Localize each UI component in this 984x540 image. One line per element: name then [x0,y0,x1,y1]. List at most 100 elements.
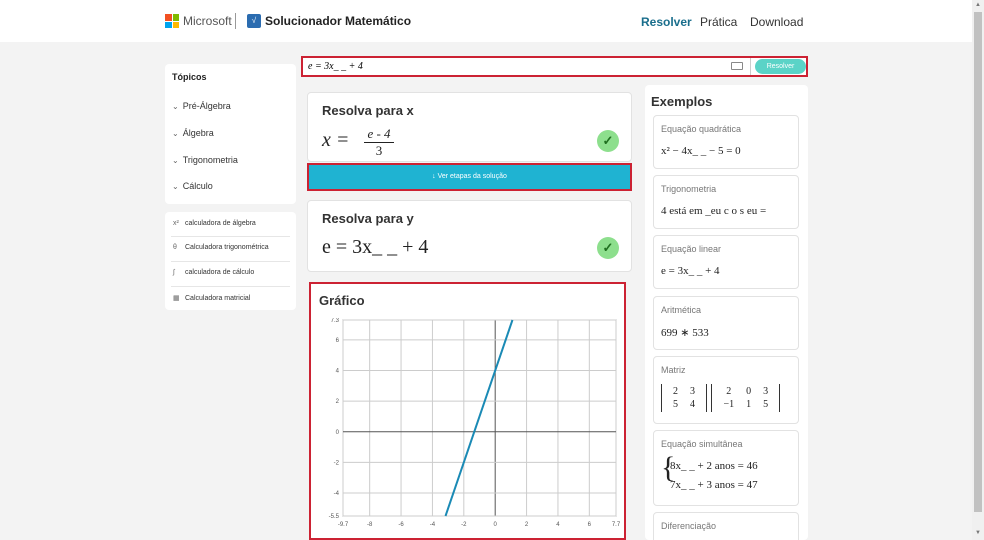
calculator-label: calculadora de álgebra [185,220,256,227]
divider [171,261,290,262]
topic-label: Trigonometria [182,155,238,165]
example-label: Equação simultânea [661,439,743,449]
view-steps-button[interactable]: ↓ Ver etapas da solução [307,163,632,191]
graph-plot[interactable]: -9.7 -8 -6 -4 -2 0 2 4 6 7.7 7.3 6 4 2 0 -2 -4 -5.5 [311,318,624,536]
equation-line: 8x_ _ + 2 anos = 46 [670,460,758,472]
examples-title: Exemplos [651,94,713,109]
matrix-icon: ▦ [173,295,180,302]
scroll-down-icon[interactable]: ▼ [974,530,982,536]
x-tick-label: 0 [494,522,498,528]
brand-name[interactable]: Microsoft [183,14,232,28]
calculator-label: calculadora de cálculo [185,269,255,276]
matrix-left: 2 3 5 4 [661,384,707,412]
example-label: Trigonometria [661,184,717,194]
matrix-expression: 23 54 203 −1 1 5 [661,384,781,412]
graph-card: Gráfico -9.7 -8 -6 -4 -2 0 2 4 6 7.7 7.3 6 4 2 0 -2 -4 -5… [309,282,626,540]
topics-title: Tópicos [172,72,207,82]
chevron-down-icon: ⌄ [172,156,179,165]
solve-y-card: Resolva para y e = 3x_ _ + 4 ✓ [307,200,632,272]
example-label: Equação linear [661,244,722,254]
app-title[interactable]: Solucionador Matemático [265,14,411,28]
nav-download[interactable]: Download [750,15,803,29]
nav-pratica[interactable]: Prática [700,15,737,29]
example-expression: e = 3x_ _ + 4 [661,265,720,277]
topic-label: Pré-Álgebra [182,101,231,111]
check-icon: ✓ [597,130,619,152]
y-tick-label: -4 [334,491,340,497]
search-divider [750,58,751,75]
matrix-cell: 3 [690,386,695,397]
equation-input[interactable] [308,61,708,72]
matrix-cell: 0 [746,386,752,397]
x-tick-label: -4 [430,522,436,528]
topic-trigonometria[interactable]: ⌄ Trigonometria [172,155,238,165]
topic-algebra[interactable]: ⌄ Álgebra [172,128,214,138]
matrix-right: 2 03 −1 1 5 [711,384,781,412]
example-label: Diferenciação [661,521,717,531]
matrix-cell: 3 [763,386,769,397]
example-arithmetic[interactable]: Aritmética 699 ∗ 533 [653,296,799,350]
keyboard-icon[interactable] [731,62,743,70]
y-tick-label: -5.5 [329,514,340,520]
microsoft-logo-icon[interactable] [165,14,179,28]
topic-label: Cálculo [182,181,213,191]
y-tick-label: 6 [336,338,340,344]
example-trig[interactable]: Trigonometria 4 está em _eu c o s eu = [653,175,799,229]
equation-line: 7x_ _ + 3 anos = 47 [670,479,758,491]
check-icon: ✓ [597,237,619,259]
x-variable: x = [322,129,350,151]
example-expression: x² − 4x_ _ − 5 = 0 [661,145,741,157]
example-matrix[interactable]: Matriz 23 54 203 −1 1 5 [653,356,799,424]
solve-button[interactable]: Resolver [755,59,806,74]
solve-x-card: Resolva para x x = e - 4 3 ✓ [307,92,632,162]
graph-title: Gráfico [319,293,365,308]
example-expression: 4 está em _eu c o s eu = [661,205,767,217]
y-tick-label: 7.3 [331,318,340,324]
topic-calculo[interactable]: ⌄ Cálculo [172,181,213,191]
topic-label: Álgebra [182,128,214,138]
algebra-calculator-link[interactable]: x² calculadora de álgebra [173,220,256,227]
matrix-cell: 2 [726,386,732,397]
scroll-thumb[interactable] [974,12,982,512]
example-linear[interactable]: Equação linear e = 3x_ _ + 4 [653,235,799,289]
scroll-up-icon[interactable]: ▲ [974,2,982,8]
matrix-cell: −1 [723,399,735,410]
logo-square [172,14,179,21]
calculus-calculator-link[interactable]: ∫ calculadora de cálculo [173,269,254,276]
x-tick-label: -2 [461,522,467,528]
calculator-label: Calculadora trigonométrica [185,244,269,251]
logo-square [165,14,172,21]
theta-icon: θ [173,244,177,251]
x-tick-label: 6 [588,522,592,528]
chevron-down-icon: ⌄ [172,102,179,111]
equation-search-bar: Resolver [301,56,808,77]
matrix-calculator-link[interactable]: ▦ Calculadora matricial [173,294,250,302]
algebra-icon: x² [173,220,179,227]
example-quadratic[interactable]: Equação quadrática x² − 4x_ _ − 5 = 0 [653,115,799,169]
example-simultaneous[interactable]: Equação simultânea { 8x_ _ + 2 anos = 46… [653,430,799,506]
y-tick-label: 4 [336,369,340,375]
matrix-cell: 4 [690,399,695,410]
trig-calculator-link[interactable]: θ Calculadora trigonométrica [173,244,269,251]
x-fraction: e - 4 3 [364,126,394,159]
fraction-denominator: 3 [375,143,383,158]
example-label: Aritmética [661,305,702,315]
calculator-label: Calculadora matricial [185,295,251,302]
app-logo-icon: √ [247,14,261,28]
logo-square [172,21,179,28]
y-tick-label: -2 [334,460,340,466]
chevron-down-icon: ⌄ [172,182,179,191]
solve-y-title: Resolva para y [322,211,414,226]
matrix-cell: 5 [763,399,769,410]
topic-pre-algebra[interactable]: ⌄ Pré-Álgebra [172,101,231,111]
y-expression: e = 3x_ _ + 4 [322,236,429,258]
nav-resolver[interactable]: Resolver [641,15,692,29]
matrix-cell: 1 [746,399,752,410]
example-differentiation[interactable]: Diferenciação [653,512,799,540]
topics-panel: Tópicos ⌄ Pré-Álgebra ⌄ Álgebra ⌄ Trigonome… [165,64,296,204]
calculators-panel: x² calculadora de álgebra θ Calculadora tr… [165,212,296,310]
x-tick-label: -9.7 [338,522,349,528]
chevron-down-icon: ⌄ [172,129,179,138]
examples-panel: Exemplos Equação quadrática x² − 4x_ _ −… [645,85,808,540]
integral-icon: ∫ [173,269,175,276]
